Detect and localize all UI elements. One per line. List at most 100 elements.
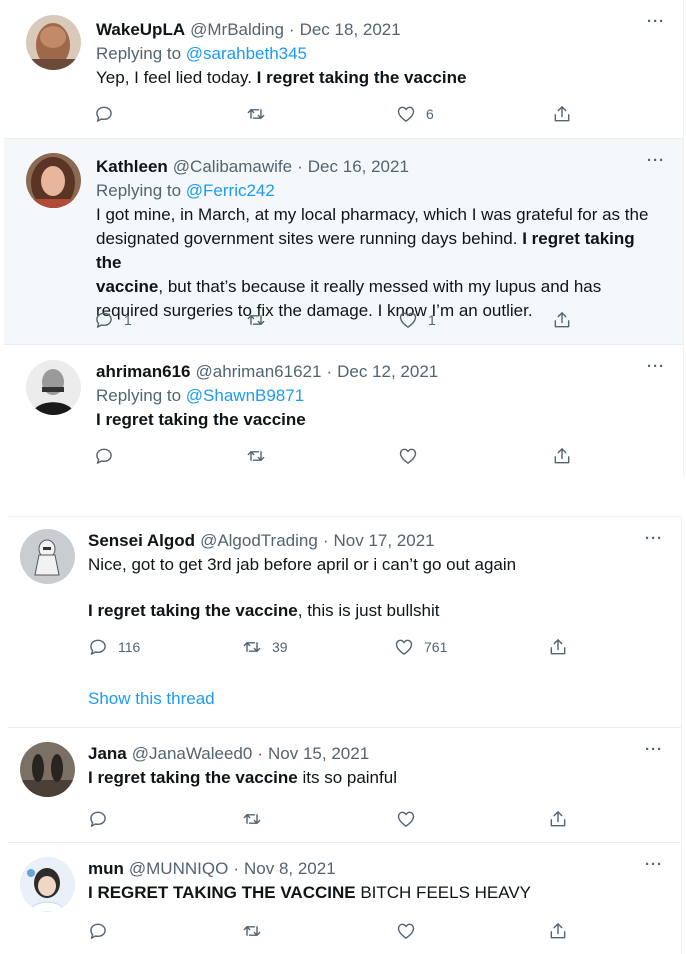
retweet-icon: [247, 315, 265, 325]
display-name[interactable]: Sensei Algod: [88, 529, 195, 553]
tweet-text-line: designated government sites were running…: [96, 229, 635, 272]
retweet-button[interactable]: [242, 921, 272, 941]
replying-to-link[interactable]: @Ferric242: [186, 181, 275, 200]
show-thread-link[interactable]: Show this thread: [88, 689, 215, 709]
more-options-icon[interactable]: ···: [645, 742, 663, 757]
retweet-button[interactable]: [246, 104, 276, 124]
share-icon: [550, 811, 566, 827]
user-handle[interactable]: @AlgodTrading: [200, 529, 318, 553]
like-count: 1: [428, 312, 436, 328]
display-name[interactable]: Jana: [88, 742, 127, 766]
like-button[interactable]: [396, 809, 426, 829]
tweet-date[interactable]: Dec 12, 2021: [337, 360, 438, 384]
tweet-text-normal: BITCH FEELS HEAVY: [355, 883, 532, 902]
like-button[interactable]: 6: [396, 104, 434, 124]
share-icon: [554, 106, 570, 122]
more-options-icon[interactable]: ···: [645, 857, 663, 872]
user-handle[interactable]: @JanaWaleed0: [132, 742, 253, 766]
like-count: 6: [426, 106, 434, 122]
share-button[interactable]: [548, 637, 568, 657]
retweet-button[interactable]: [246, 446, 276, 466]
reply-icon: [90, 639, 106, 655]
share-icon: [554, 448, 570, 464]
tweet-jana[interactable]: Jana @JanaWaleed0 · Nov 15, 2021 I regre…: [8, 728, 681, 843]
share-button[interactable]: [548, 809, 568, 829]
avatar[interactable]: [26, 15, 81, 70]
tweet-date[interactable]: Nov 8, 2021: [244, 857, 336, 881]
tweet-sensei-algod[interactable]: Sensei Algod @AlgodTrading · Nov 17, 202…: [8, 517, 681, 728]
retweet-icon: [247, 451, 265, 461]
like-button[interactable]: [396, 921, 426, 941]
tweet-date[interactable]: Nov 17, 2021: [333, 529, 434, 553]
display-name[interactable]: ahriman616: [96, 360, 191, 384]
reply-button[interactable]: [88, 809, 118, 829]
tweet-date[interactable]: Dec 18, 2021: [300, 18, 401, 42]
tweet-kathleen[interactable]: Kathleen @Calibamawife · Dec 16, 2021 Re…: [4, 139, 683, 345]
reply-button[interactable]: [94, 104, 124, 124]
tweet-date[interactable]: Nov 15, 2021: [268, 742, 369, 766]
retweet-icon: [247, 109, 265, 119]
user-handle[interactable]: @Calibamawife: [173, 155, 292, 179]
reply-button[interactable]: 116: [88, 637, 140, 657]
replying-to-link[interactable]: @ShawnB9871: [186, 386, 304, 405]
display-name[interactable]: WakeUpLA: [96, 18, 185, 42]
user-handle[interactable]: @MrBalding: [190, 18, 284, 42]
retweet-icon: [243, 926, 261, 936]
retweet-button[interactable]: [242, 809, 272, 829]
replying-to-link[interactable]: @sarahbeth345: [186, 44, 307, 63]
tweet-text: Yep, I feel lied today. I regret taking …: [96, 66, 663, 90]
reply-button[interactable]: [94, 446, 124, 466]
tweet-text-bold: I regret taking the vaccine: [88, 768, 298, 787]
tweet-text-line: Nice, got to get 3rd jab before april or…: [88, 555, 517, 574]
tweet-list-group-2: Sensei Algod @AlgodTrading · Nov 17, 202…: [8, 516, 682, 954]
tweet-text-line: I got mine, in March, at my local pharma…: [96, 205, 649, 224]
user-handle[interactable]: @ahriman61621: [196, 360, 322, 384]
separator-dot: ·: [257, 744, 264, 763]
avatar[interactable]: [26, 153, 81, 208]
tweet-actions: [8, 921, 681, 947]
more-options-icon[interactable]: ···: [647, 153, 665, 168]
share-button[interactable]: [552, 104, 572, 124]
avatar[interactable]: [20, 742, 75, 797]
like-button[interactable]: [398, 446, 428, 466]
retweet-icon: [243, 814, 261, 824]
reply-button[interactable]: 1: [94, 310, 132, 330]
share-button[interactable]: [552, 446, 572, 466]
separator-dot: ·: [326, 362, 333, 381]
more-options-icon[interactable]: ···: [647, 359, 665, 374]
tweet-text: I regret taking the vaccine: [96, 408, 663, 432]
tweet-ahriman616[interactable]: ahriman616 @ahriman61621 · Dec 12, 2021 …: [4, 345, 683, 478]
like-button[interactable]: 1: [398, 310, 436, 330]
like-button[interactable]: 761: [394, 637, 447, 657]
tweet-text-bold: I regret taking the vaccine: [96, 410, 306, 429]
reply-count: 1: [124, 312, 132, 328]
tweet-text: I regret taking the vaccine its so painf…: [88, 766, 661, 790]
retweet-icon: [243, 642, 261, 652]
more-options-icon[interactable]: ···: [647, 14, 665, 29]
share-button[interactable]: [548, 921, 568, 941]
replying-to-line: Replying to @Ferric242: [96, 181, 275, 200]
tweet-text-normal: Yep, I feel lied today.: [96, 68, 257, 87]
reply-count: 116: [118, 639, 141, 655]
tweet-wakeupla[interactable]: WakeUpLA @MrBalding · Dec 18, 2021 Reply…: [4, 0, 683, 139]
like-count: 761: [424, 639, 448, 655]
avatar[interactable]: [20, 529, 75, 584]
retweet-button[interactable]: [246, 310, 276, 330]
retweet-button[interactable]: 39: [242, 637, 288, 657]
reply-button[interactable]: [88, 921, 118, 941]
tweet-date[interactable]: Dec 16, 2021: [308, 155, 409, 179]
tweet-mun[interactable]: mun @MUNNIQO · Nov 8, 2021 I REGRET TAKI…: [8, 843, 681, 954]
share-icon: [550, 639, 566, 655]
separator-dot: ·: [288, 20, 295, 39]
display-name[interactable]: Kathleen: [96, 155, 168, 179]
avatar[interactable]: [26, 360, 81, 415]
reply-icon: [96, 106, 112, 122]
tweet-actions: 1 1: [4, 310, 683, 336]
heart-icon: [399, 448, 417, 464]
more-options-icon[interactable]: ···: [645, 531, 663, 546]
avatar[interactable]: [20, 857, 75, 912]
display-name[interactable]: mun: [88, 857, 124, 881]
user-handle[interactable]: @MUNNIQO: [129, 857, 228, 881]
share-button[interactable]: [552, 310, 572, 330]
heart-icon: [395, 639, 413, 655]
